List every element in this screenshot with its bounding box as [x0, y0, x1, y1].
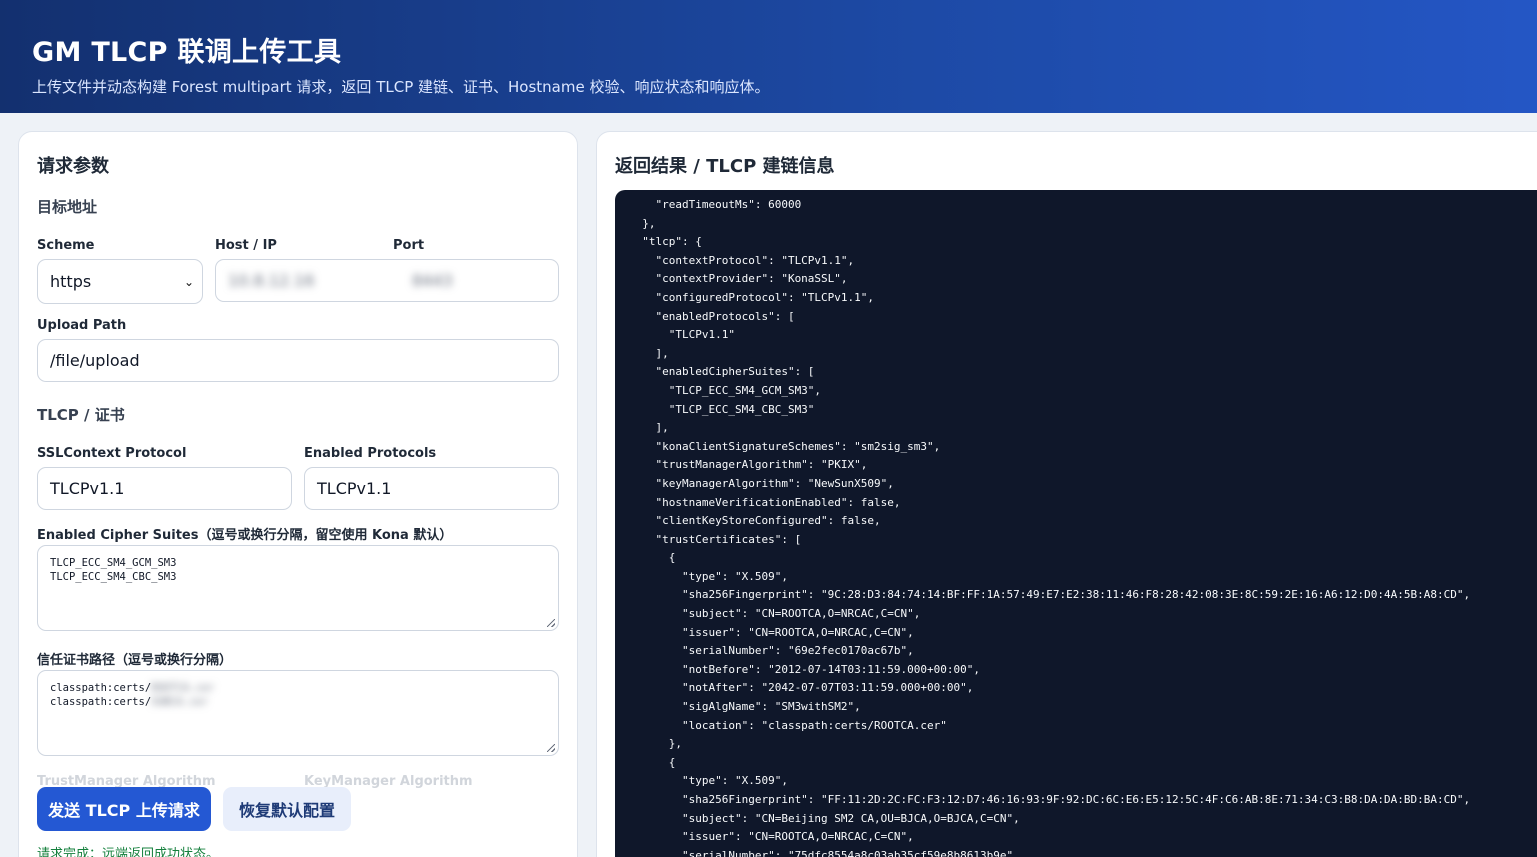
json-line: "type": "X.509", [629, 569, 788, 583]
json-line: "enabledCipherSuites": [ [629, 365, 815, 379]
scheme-label: Scheme [37, 238, 95, 253]
json-line: "trustCertificates": [ [629, 532, 802, 546]
upload-path-input[interactable]: /file/upload [37, 339, 559, 382]
json-line: }, [629, 216, 656, 230]
json-line: "TLCP_ECC_SM4_GCM_SM3", [629, 383, 822, 397]
json-line: ], [629, 421, 669, 435]
json-line: "TLCPv1.1" [629, 328, 735, 342]
trust-cert-line: classpath:certs/SUBCA.cer [50, 695, 546, 709]
status-message: 请求完成：远端返回成功状态。 [37, 847, 220, 857]
json-line: "sha256Fingerprint": "FF:11:2D:2C:FC:F3:… [629, 793, 1471, 806]
cipher-line: TLCP_ECC_SM4_GCM_SM3 [50, 557, 177, 569]
json-line: ], [629, 346, 669, 360]
json-line: "type": "X.509", [629, 774, 788, 788]
json-line: "contextProtocol": "TLCPv1.1", [629, 253, 855, 267]
json-line: "tlcp": { [629, 235, 702, 249]
trust-cert-prefix: classpath:certs/ [50, 696, 152, 708]
app-subtitle: 上传文件并动态构建 Forest multipart 请求，返回 TLCP 建链… [32, 78, 770, 96]
cipher-line: TLCP_ECC_SM4_CBC_SM3 [50, 571, 177, 583]
reset-defaults-button[interactable]: 恢复默认配置 [223, 787, 351, 831]
json-line: "serialNumber": "69e2fec0170ac67b", [629, 644, 914, 658]
port-label: Port [393, 238, 425, 253]
request-params-title: 请求参数 [37, 156, 109, 177]
trust-cert-filename: SUBCA.cer [151, 696, 209, 708]
enabled-protocols-input[interactable]: TLCPv1.1 [304, 467, 559, 510]
json-line: "issuer": "CN=ROOTCA,O=NRCAC,C=CN", [629, 830, 914, 844]
json-line: "notBefore": "2012-07-14T03:11:59.000+00… [629, 662, 980, 676]
trust-cert-textarea[interactable]: classpath:certs/ROOTCA.cer classpath:cer… [37, 670, 559, 756]
host-port-field[interactable]: 10.8.12.16 8443 [215, 259, 559, 302]
scheme-select-value: https [50, 272, 92, 291]
json-line: "keyManagerAlgorithm": "NewSunX509", [629, 476, 894, 490]
json-line: "sha256Fingerprint": "9C:28:D3:84:74:14:… [629, 588, 1471, 602]
result-json-viewer[interactable]: "readTimeoutMs": 60000 }, "tlcp": { "con… [615, 190, 1537, 857]
json-line: "enabledProtocols": [ [629, 309, 795, 323]
ssl-protocol-value: TLCPv1.1 [50, 479, 125, 498]
json-line: "subject": "CN=Beijing SM2 CA,OU=BJCA,O=… [629, 811, 1020, 825]
json-line: "trustManagerAlgorithm": "PKIX", [629, 458, 868, 472]
host-value: 10.8.12.16 [228, 271, 315, 290]
json-line: "serialNumber": "75dfc8554a8c03ab35cf59e… [629, 848, 1014, 857]
json-line: "subject": "CN=ROOTCA,O=NRCAC,C=CN", [629, 607, 921, 621]
tlcp-section-title: TLCP / 证书 [37, 406, 125, 424]
result-card: 返回结果 / TLCP 建链信息 "readTimeoutMs": 60000 … [596, 131, 1537, 857]
app-header: GM TLCP 联调上传工具 上传文件并动态构建 Forest multipar… [0, 0, 1537, 113]
json-line: "notAfter": "2042-07-07T03:11:59.000+00:… [629, 681, 974, 695]
trust-cert-filename: ROOTCA.cer [151, 682, 215, 694]
send-request-button[interactable]: 发送 TLCP 上传请求 [37, 787, 211, 831]
resize-handle-icon[interactable] [547, 619, 555, 627]
result-json-content: "readTimeoutMs": 60000 }, "tlcp": { "con… [629, 196, 1470, 857]
json-line: "readTimeoutMs": 60000 [629, 198, 802, 211]
ssl-protocol-input[interactable]: TLCPv1.1 [37, 467, 292, 510]
json-line: "issuer": "CN=ROOTCA,O=NRCAC,C=CN", [629, 625, 914, 639]
json-line: { [629, 551, 676, 565]
upload-path-value: /file/upload [50, 351, 140, 370]
chevron-down-icon: ⌄ [183, 274, 194, 289]
target-section-title: 目标地址 [37, 198, 98, 216]
ssl-protocol-label: SSLContext Protocol [37, 446, 187, 461]
json-line: { [629, 755, 676, 769]
request-params-card: 请求参数 目标地址 Scheme Host / IP Port https ⌄ … [18, 131, 578, 857]
host-label: Host / IP [215, 238, 277, 253]
enabled-protocols-label: Enabled Protocols [304, 446, 437, 461]
upload-path-label: Upload Path [37, 318, 127, 333]
result-title: 返回结果 / TLCP 建链信息 [615, 156, 835, 177]
json-line: "hostnameVerificationEnabled": false, [629, 495, 901, 509]
json-line: "configuredProtocol": "TLCPv1.1", [629, 290, 875, 304]
trust-cert-prefix: classpath:certs/ [50, 682, 152, 694]
trust-cert-label: 信任证书路径（逗号或换行分隔） [37, 653, 233, 668]
cipher-suites-textarea[interactable]: TLCP_ECC_SM4_GCM_SM3 TLCP_ECC_SM4_CBC_SM… [37, 545, 559, 631]
json-line: "location": "classpath:certs/ROOTCA.cer" [629, 718, 947, 732]
enabled-protocols-value: TLCPv1.1 [317, 479, 392, 498]
json-line: "clientKeyStoreConfigured": false, [629, 514, 881, 528]
json-line: "sigAlgName": "SM3withSM2", [629, 700, 861, 714]
port-value: 8443 [412, 271, 453, 290]
json-line: "contextProvider": "KonaSSL", [629, 272, 848, 286]
json-line: "konaClientSignatureSchemes": "sm2sig_sm… [629, 439, 941, 453]
trust-cert-line: classpath:certs/ROOTCA.cer [50, 681, 546, 695]
json-line: }, [629, 737, 682, 751]
scheme-select[interactable]: https ⌄ [37, 259, 203, 304]
cipher-suites-label: Enabled Cipher Suites（逗号或换行分隔，留空使用 Kona … [37, 528, 453, 543]
json-line: "TLCP_ECC_SM4_CBC_SM3" [629, 402, 815, 416]
app-title: GM TLCP 联调上传工具 [32, 37, 342, 68]
resize-handle-icon[interactable] [547, 744, 555, 752]
